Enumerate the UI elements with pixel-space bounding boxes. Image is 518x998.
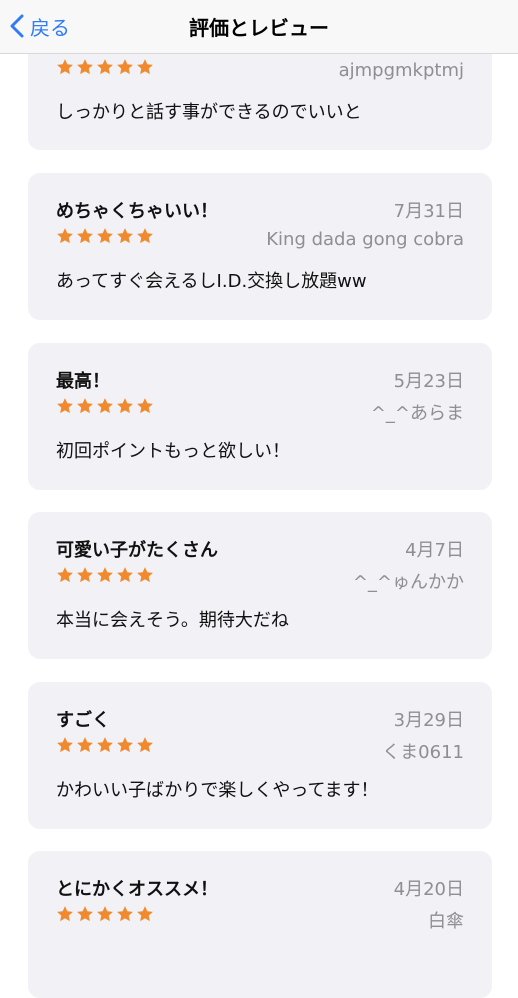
review-meta: ajmpgmkptmj	[56, 58, 464, 82]
review-title: すごく	[56, 710, 110, 731]
star-icon	[57, 737, 73, 753]
star-icon	[117, 228, 133, 244]
review-title: とにかくオススメ！	[56, 879, 218, 900]
review-author: ^_^ゅんかか	[352, 572, 464, 593]
star-icon	[77, 59, 93, 75]
star-icon	[77, 567, 93, 583]
star-icon	[137, 398, 153, 414]
star-icon	[97, 228, 113, 244]
review-body: 初回ポイントもっと欲しい！	[56, 441, 290, 462]
review-author: King dada gong cobra	[266, 229, 464, 250]
star-icon	[57, 59, 73, 75]
star-icon	[117, 567, 133, 583]
review-author: 白傘	[428, 911, 464, 932]
star-icon	[77, 737, 93, 753]
star-icon	[57, 228, 73, 244]
star-icon	[117, 398, 133, 414]
star-icon	[77, 228, 93, 244]
star-icon	[97, 398, 113, 414]
review-meta: 白傘	[56, 905, 464, 932]
star-icon	[57, 906, 73, 922]
review-body: 本当に会えそう。期待大だね	[56, 610, 289, 631]
star-icon	[97, 59, 113, 75]
star-rating	[56, 227, 154, 245]
review-card[interactable]: 最高！ 5月23日 ^_^あらま 初回ポイントもっと欲しい！	[28, 343, 492, 490]
star-icon	[57, 567, 73, 583]
navigation-bar: 戻る 評価とレビュー	[0, 0, 518, 54]
review-header: 可愛い子がたくさん 4月7日	[56, 532, 464, 564]
star-icon	[137, 906, 153, 922]
star-icon	[117, 906, 133, 922]
star-icon	[57, 398, 73, 414]
page-title: 評価とレビュー	[189, 16, 329, 40]
review-meta: King dada gong cobra	[56, 227, 464, 251]
review-card[interactable]: とにかくオススメ！ 4月20日 白傘	[28, 851, 492, 998]
star-icon	[137, 59, 153, 75]
star-icon	[97, 737, 113, 753]
review-date: 7月31日	[393, 201, 464, 222]
review-author: くま0611	[382, 742, 464, 763]
review-meta: くま0611	[56, 736, 464, 763]
review-header: 最高！ 5月23日	[56, 363, 464, 395]
star-icon	[137, 737, 153, 753]
star-icon	[77, 906, 93, 922]
review-header: めちゃくちゃいい！ 7月31日	[56, 193, 464, 225]
review-title: めちゃくちゃいい！	[56, 201, 218, 222]
review-title: 最高！	[56, 371, 110, 392]
review-author: ^_^あらま	[370, 403, 464, 424]
review-meta: ^_^ゅんかか	[56, 566, 464, 593]
star-icon	[137, 567, 153, 583]
star-rating	[56, 58, 154, 76]
review-date: 4月7日	[405, 540, 464, 561]
review-card[interactable]: すごく 3月29日 くま0611 かわいい子ばかりで楽しくやってます！	[28, 682, 492, 829]
star-rating	[56, 566, 154, 584]
review-card[interactable]: 可愛い子がたくさん 4月7日 ^_^ゅんかか 本当に会えそう。期待大だね	[28, 512, 492, 659]
review-title: 可愛い子がたくさん	[56, 540, 218, 561]
star-rating	[56, 397, 154, 415]
review-header: とにかくオススメ！ 4月20日	[56, 871, 464, 903]
review-body: かわいい子ばかりで楽しくやってます！	[56, 780, 379, 801]
review-card[interactable]: めちゃくちゃいい！ 7月31日 King dada gong cobra あって…	[28, 173, 492, 320]
star-icon	[77, 398, 93, 414]
star-icon	[97, 567, 113, 583]
review-header: すごく 3月29日	[56, 702, 464, 734]
star-rating	[56, 736, 154, 754]
review-date: 3月29日	[393, 710, 464, 731]
review-meta: ^_^あらま	[56, 397, 464, 424]
review-author: ajmpgmkptmj	[338, 60, 464, 81]
star-icon	[117, 737, 133, 753]
review-body: しっかりと話す事ができるのでいいと	[56, 102, 362, 123]
star-icon	[117, 59, 133, 75]
star-icon	[137, 228, 153, 244]
review-body: あってすぐ会えるしI.D.交換し放題ww	[56, 271, 367, 292]
review-date: 5月23日	[393, 371, 464, 392]
star-rating	[56, 905, 154, 923]
star-icon	[97, 906, 113, 922]
review-date: 4月20日	[393, 879, 464, 900]
